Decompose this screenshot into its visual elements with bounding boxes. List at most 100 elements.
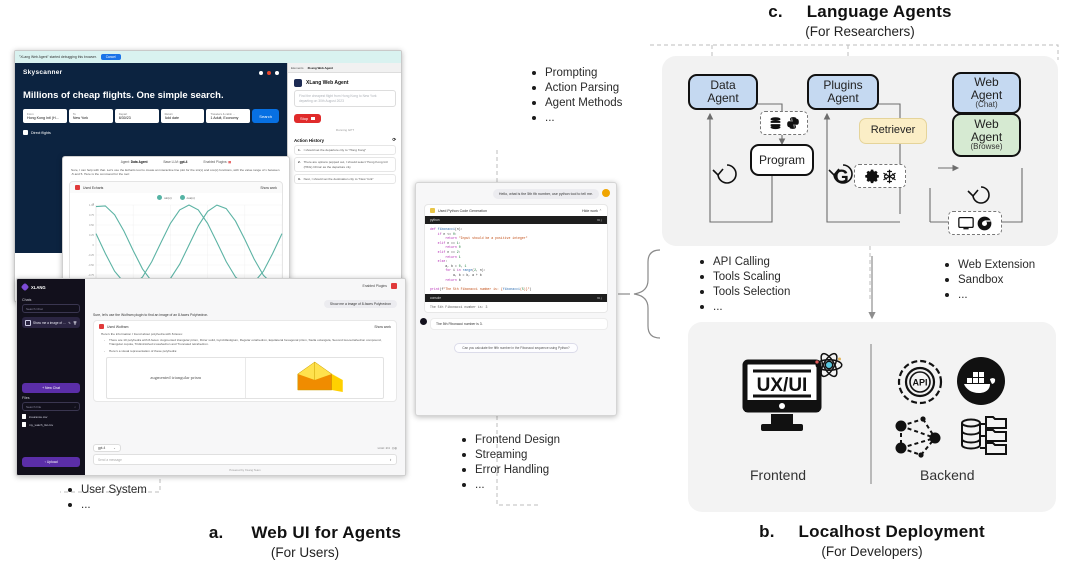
section-a-caption: a. Web UI for Agents (For Users) [20, 523, 590, 560]
console-bar: console ⧉ ⤓ [425, 294, 607, 303]
enabled-plugins-row[interactable]: Enabled Plugins [85, 279, 405, 289]
backend-label: Backend [920, 467, 975, 483]
web-env-group[interactable] [948, 211, 1002, 235]
bullet-item: Action Parsing [532, 81, 622, 96]
search-file-input[interactable]: Search File ⌕ [22, 402, 80, 411]
docker-icon [956, 356, 1006, 406]
database-folders-icon [960, 414, 1010, 460]
field-to[interactable]: To New York [68, 109, 113, 123]
devtools-tabbar[interactable]: Elements XLang Web Agent [288, 63, 401, 73]
node-web-agent-chat[interactable]: Web Agent (Chat) [952, 72, 1021, 114]
wolfram-card-header: Used Wolfram Show work [94, 321, 396, 332]
search-button[interactable]: Search [252, 109, 279, 123]
svg-text:-0.50: -0.50 [88, 263, 94, 267]
edit-icon[interactable]: ✎ [68, 321, 71, 325]
console-output: The 5th Fibonacci number is: 3 [425, 302, 607, 313]
stop-button[interactable]: Stop [294, 114, 321, 124]
code-user-message: Hello, what is the 5th fib number, use p… [492, 189, 599, 199]
section-c-title-line: c. Language Agents [660, 2, 1060, 22]
delete-icon[interactable]: 🗑 [73, 321, 77, 325]
api-text: API [912, 378, 927, 388]
code-actions[interactable]: ⧉ ⤓ [597, 218, 602, 222]
suggestion-chip[interactable]: Can you calculate the fifth number in th… [424, 336, 608, 354]
agent-research-bullets: Prompting Action Parsing Agent Methods .… [532, 66, 622, 126]
xlang-chat-screenshot[interactable]: XLANG Chats Search Chat Show me a image … [16, 278, 406, 476]
chat-message-input[interactable]: Send a message ⬆ [93, 454, 397, 465]
wolfram-plugin-icon[interactable] [391, 283, 397, 289]
action-history-item[interactable]: 3. Next, I should set the destination ci… [294, 173, 396, 184]
chat-list-item[interactable]: Show me a image of ... ✎ 🗑 [22, 317, 80, 328]
search-chat-input[interactable]: Search Chat [22, 304, 80, 313]
agent-header: XLang Web Agent [288, 73, 401, 90]
field-travelers[interactable]: Travelers & cabin ... 1 Adult, Economy [206, 109, 251, 123]
bullet-item: Prompting [532, 66, 622, 81]
section-c-subtitle: (For Researchers) [805, 24, 915, 39]
section-a-subtitle: (For Users) [270, 545, 340, 560]
language-agents-panel: Data Agent Plugins Agent Web Agent (Chat… [662, 56, 1058, 246]
file-list-item[interactable]: my_watch_list.csv [22, 422, 80, 427]
chat-composer[interactable]: gpt-4 ⌄ Limit: 2/4 ◎◍ Send a message ⬆ P… [85, 444, 405, 475]
node-web-agent-browse[interactable]: Web Agent (Browse) [952, 113, 1021, 157]
monitor-icon: UX/UI [742, 359, 823, 434]
skyscanner-brand: Skyscanner [23, 69, 63, 76]
action-history-title: Action History ⟳ [294, 137, 396, 143]
send-icon[interactable]: ⬆ [389, 458, 392, 462]
debug-banner-text: "XLang Web Agent" started debugging this… [19, 55, 97, 59]
hide-work-toggle[interactable]: Hide work ⌃ [582, 209, 602, 213]
action-history-item[interactable]: 2. There are options popped out, I shoul… [294, 157, 396, 172]
echarts-icon [75, 185, 80, 190]
node-program[interactable]: Program [750, 144, 814, 176]
tab-elements[interactable]: Elements [291, 66, 304, 70]
bullet-item: ... [462, 478, 560, 493]
task-input[interactable]: Find the cheapest flight from Hong Kong … [294, 90, 396, 108]
frontend-label: Frontend [750, 467, 807, 483]
chat-icon [25, 319, 31, 326]
upload-button[interactable]: ↑ Upload [22, 457, 80, 467]
node-data-agent[interactable]: Data Agent [688, 74, 758, 110]
frontend-bullets: Frontend Design Streaming Error Handling… [462, 433, 560, 493]
new-chat-button[interactable]: + New Chat [22, 383, 80, 393]
tab-xlang-web-agent[interactable]: XLang Web Agent [308, 66, 334, 70]
chat-main: Enabled Plugins Show me a image of 8-fac… [85, 279, 405, 475]
file-icon [22, 422, 26, 427]
database-icon [768, 116, 783, 131]
devtools-panel[interactable]: Elements XLang Web Agent XLang Web Agent… [287, 63, 401, 301]
flight-search-form[interactable]: From Hong Kong Intl (H... To New York De… [15, 109, 287, 123]
chat-sidebar[interactable]: XLANG Chats Search Chat Show me a image … [17, 279, 85, 475]
file-list-item[interactable]: insurance.csv [22, 414, 80, 419]
node-retriever[interactable]: Retriever [859, 118, 927, 144]
section-a-title-line: a. Web UI for Agents [20, 523, 590, 543]
model-select[interactable]: gpt-4 ⌄ [93, 444, 121, 452]
svg-text:-0.25: -0.25 [88, 253, 94, 257]
search-icon[interactable]: ⌕ [74, 405, 76, 409]
svg-text:0.50: 0.50 [89, 223, 95, 227]
show-work-toggle[interactable]: Show work [374, 325, 391, 329]
show-work-toggle[interactable]: Show work [260, 186, 277, 190]
node-plugins-agent[interactable]: Plugins Agent [807, 74, 879, 110]
field-return[interactable]: Return Add date [160, 109, 205, 123]
data-tools-group[interactable] [760, 111, 808, 135]
svg-text:0.25: 0.25 [89, 233, 95, 237]
svg-text:0.75: 0.75 [89, 213, 95, 217]
header-actions[interactable] [259, 70, 279, 75]
debug-cancel-button[interactable]: Cancel [100, 54, 121, 60]
python-icon [786, 116, 800, 130]
field-depart[interactable]: Depart 8/30/23 [114, 109, 159, 123]
plugin-tools-group[interactable] [854, 164, 906, 188]
wolfram-body-item: - There are 10 polyhedra with 8-faces: Au… [104, 338, 382, 347]
code-user-message-row: Hello, what is the 5th fib number, use p… [416, 183, 616, 199]
skyscanner-headline: Millions of cheap flights. One simple se… [23, 90, 224, 101]
direct-flights-checkbox[interactable]: Direct flights [15, 123, 287, 142]
limit-indicator: Limit: 2/4 ◎◍ [377, 446, 397, 450]
field-from[interactable]: From Hong Kong Intl (H... [23, 109, 67, 123]
console-actions[interactable]: ⧉ ⤓ [597, 296, 602, 300]
python-tool-icon [430, 208, 435, 213]
chevron-down-icon: ⌄ [113, 446, 116, 450]
action-history-item[interactable]: 1. I should set the departure city to "H… [294, 145, 396, 156]
chats-label: Chats [22, 298, 32, 302]
section-b-subtitle: (For Developers) [821, 544, 923, 559]
refresh-icon[interactable]: ⟳ [392, 137, 396, 143]
gear-icon [864, 169, 879, 184]
python-card-header: Used Python Code Generation Hide work ⌃ [425, 205, 607, 216]
python-agent-screenshot[interactable]: Hello, what is the 5th fib number, use p… [415, 182, 617, 416]
